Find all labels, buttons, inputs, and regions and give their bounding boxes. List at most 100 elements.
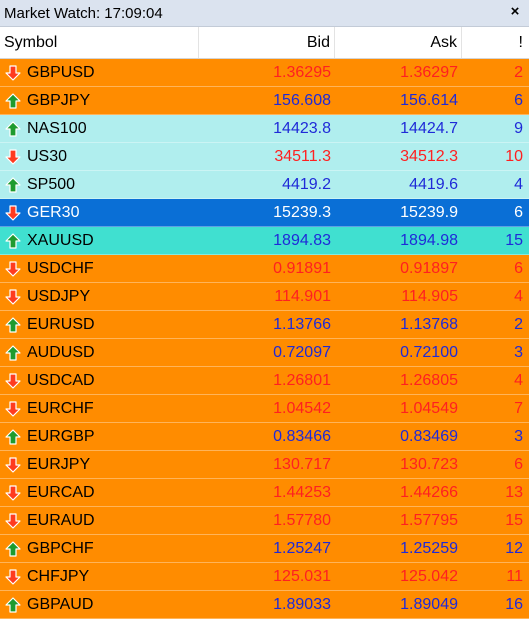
bid-cell: 1.36295	[273, 63, 331, 81]
arrow-down-icon	[4, 568, 27, 586]
spread-cell: 6	[514, 203, 523, 221]
spread-cell: 15	[505, 231, 523, 249]
arrow-up-icon	[4, 316, 27, 334]
ask-cell: 0.72100	[400, 343, 458, 361]
ask-cell: 1.36297	[400, 63, 458, 81]
bid-cell: 14423.8	[273, 119, 331, 137]
table-row[interactable]: EURGBP 0.83466 0.83469 3	[0, 423, 529, 451]
table-row[interactable]: GBPCHF 1.25247 1.25259 12	[0, 535, 529, 563]
spread-cell: 15	[505, 511, 523, 529]
arrow-up-icon	[4, 120, 27, 138]
spread-cell: 4	[514, 175, 523, 193]
table-row[interactable]: EURUSD 1.13766 1.13768 2	[0, 311, 529, 339]
table-row[interactable]: EURCAD 1.44253 1.44266 13	[0, 479, 529, 507]
spread-cell: 4	[514, 287, 523, 305]
table-row[interactable]: US30 34511.3 34512.3 10	[0, 143, 529, 171]
ask-cell: 1.44266	[400, 483, 458, 501]
spread-cell: 10	[505, 147, 523, 165]
arrow-down-icon	[4, 372, 27, 390]
symbol-label: AUDUSD	[27, 343, 95, 361]
symbol-label: GBPAUD	[27, 595, 94, 613]
spread-cell: 12	[505, 539, 523, 557]
column-header-bid[interactable]: Bid	[199, 27, 335, 58]
arrow-down-icon	[4, 456, 27, 474]
market-watch-window: Market Watch: 17:09:04 × Symbol Bid Ask …	[0, 0, 529, 625]
table-row[interactable]: EURAUD 1.57780 1.57795 15	[0, 507, 529, 535]
column-header-ask[interactable]: Ask	[335, 27, 462, 58]
ask-cell: 1.13768	[400, 315, 458, 333]
column-header-spread[interactable]: !	[462, 27, 529, 58]
symbol-label: EURAUD	[27, 511, 95, 529]
symbol-cell: US30	[0, 143, 199, 171]
bid-cell: 1.44253	[273, 483, 331, 501]
ask-cell: 1894.98	[400, 231, 458, 249]
symbol-cell: GER30	[0, 199, 199, 227]
table-row[interactable]: XAUUSD 1894.83 1894.98 15	[0, 227, 529, 255]
ask-cell: 14424.7	[400, 119, 458, 137]
arrow-down-icon	[4, 204, 27, 222]
symbol-label: EURCAD	[27, 483, 95, 501]
spread-cell: 6	[514, 259, 523, 277]
symbol-label: NAS100	[27, 119, 87, 137]
arrow-up-icon	[4, 428, 27, 446]
table-row[interactable]: EURJPY 130.717 130.723 6	[0, 451, 529, 479]
ask-cell: 1.25259	[400, 539, 458, 557]
table-row[interactable]: USDCAD 1.26801 1.26805 4	[0, 367, 529, 395]
table-row[interactable]: USDCHF 0.91891 0.91897 6	[0, 255, 529, 283]
symbol-label: GER30	[27, 203, 80, 221]
window-title: Market Watch: 17:09:04	[4, 4, 163, 22]
table-row[interactable]: NAS100 14423.8 14424.7 9	[0, 115, 529, 143]
bid-cell: 0.83466	[273, 427, 331, 445]
table-row[interactable]: CHFJPY 125.031 125.042 11	[0, 563, 529, 591]
arrow-down-icon	[4, 288, 27, 306]
arrow-down-icon	[4, 148, 27, 166]
arrow-down-icon	[4, 512, 27, 530]
symbol-cell: USDJPY	[0, 283, 199, 311]
symbol-label: EURUSD	[27, 315, 95, 333]
symbol-label: GBPJPY	[27, 91, 91, 109]
symbol-label: GBPCHF	[27, 539, 94, 557]
table-row[interactable]: GBPAUD 1.89033 1.89049 16	[0, 591, 529, 619]
bid-cell: 0.72097	[273, 343, 331, 361]
symbol-label: GBPUSD	[27, 63, 95, 81]
spread-cell: 3	[514, 343, 523, 361]
symbol-cell: EURJPY	[0, 451, 199, 479]
arrow-down-icon	[4, 64, 27, 82]
symbol-cell: EURCAD	[0, 479, 199, 507]
arrow-up-icon	[4, 344, 27, 362]
ask-cell: 156.614	[400, 91, 458, 109]
ask-cell: 1.89049	[400, 595, 458, 613]
bid-cell: 1.57780	[273, 511, 331, 529]
symbol-label: CHFJPY	[27, 567, 90, 585]
symbol-label: USDCAD	[27, 371, 95, 389]
spread-cell: 2	[514, 315, 523, 333]
symbol-label: SP500	[27, 175, 76, 193]
spread-cell: 2	[514, 63, 523, 81]
table-row[interactable]: GER30 15239.3 15239.9 6	[0, 199, 529, 227]
symbol-label: USDCHF	[27, 259, 94, 277]
ask-cell: 130.723	[400, 455, 458, 473]
symbol-label: USDJPY	[27, 287, 91, 305]
table-row[interactable]: SP500 4419.2 4419.6 4	[0, 171, 529, 199]
symbol-label: US30	[27, 147, 68, 165]
symbol-cell: USDCAD	[0, 367, 199, 395]
spread-cell: 6	[514, 455, 523, 473]
table-row[interactable]: AUDUSD 0.72097 0.72100 3	[0, 339, 529, 367]
close-button[interactable]: ×	[507, 4, 523, 20]
symbol-label: EURGBP	[27, 427, 95, 445]
table-row[interactable]: EURCHF 1.04542 1.04549 7	[0, 395, 529, 423]
table-row[interactable]: USDJPY 114.901 114.905 4	[0, 283, 529, 311]
bid-cell: 1.04542	[273, 399, 331, 417]
symbol-cell: EURGBP	[0, 423, 199, 451]
table-row[interactable]: GBPJPY 156.608 156.614 6	[0, 87, 529, 115]
arrow-up-icon	[4, 596, 27, 614]
ask-cell: 4419.6	[409, 175, 458, 193]
table-row[interactable]: GBPUSD 1.36295 1.36297 2	[0, 59, 529, 87]
symbol-label: EURCHF	[27, 399, 94, 417]
bid-cell: 4419.2	[282, 175, 331, 193]
ask-cell: 1.57795	[400, 511, 458, 529]
ask-cell: 0.91897	[400, 259, 458, 277]
column-header-symbol[interactable]: Symbol	[0, 27, 199, 58]
ask-cell: 34512.3	[400, 147, 458, 165]
symbol-cell: NAS100	[0, 115, 199, 143]
